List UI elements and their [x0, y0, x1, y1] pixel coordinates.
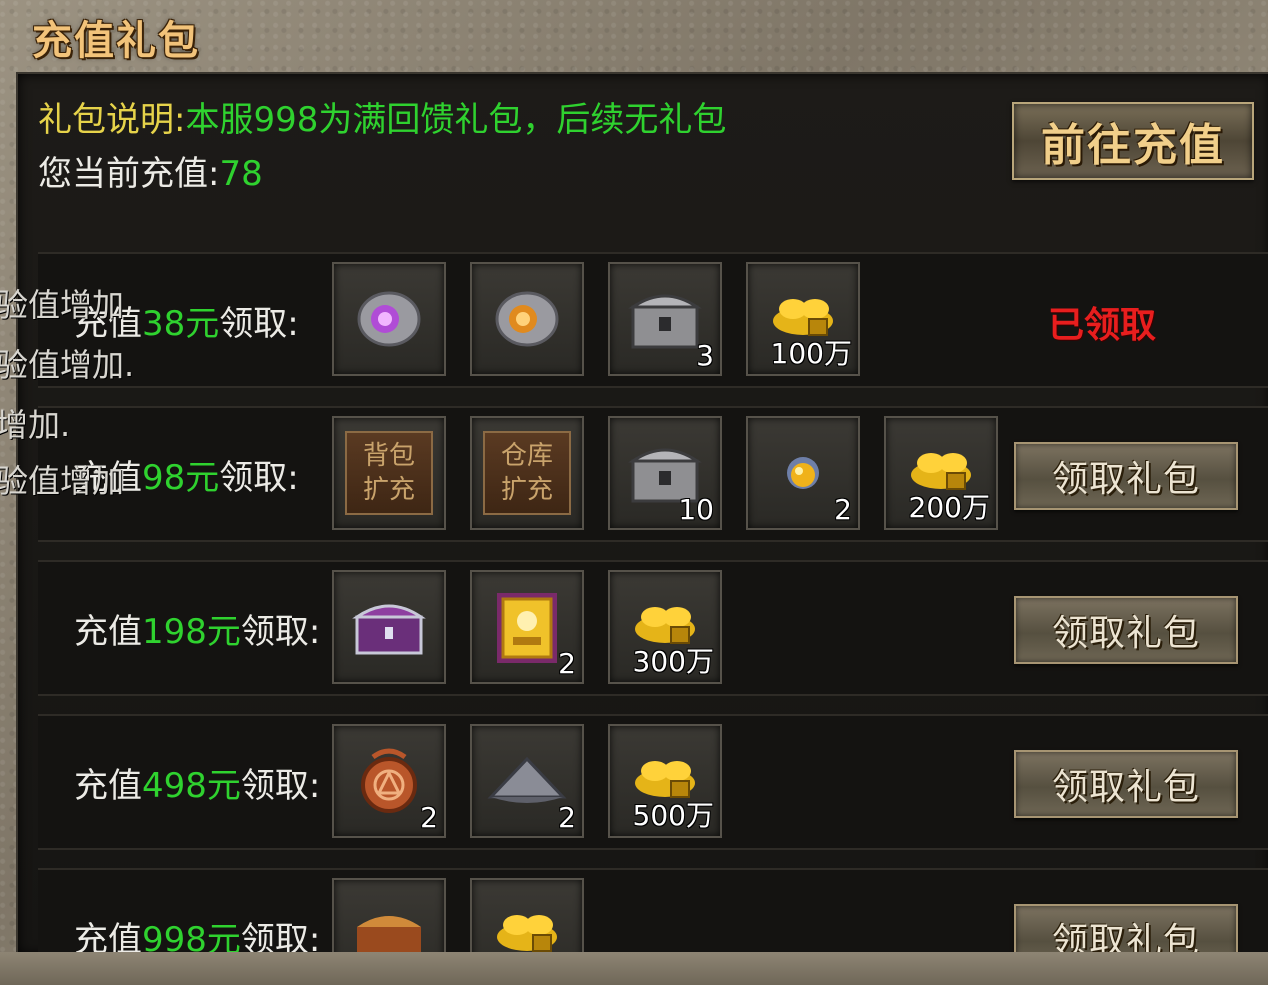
bag-expand-icon: 背包 扩充: [345, 431, 433, 515]
tier-suffix: 领取:: [240, 765, 321, 806]
tier-row: 充值 498元 领取: 2 2 500万 领取礼包: [38, 714, 1268, 850]
item-count: 3: [696, 339, 714, 372]
claim-gift-button[interactable]: 领取礼包: [1014, 596, 1238, 664]
window-title: 充值礼包: [32, 18, 200, 64]
description-text: 本服998为满回馈礼包，后续无礼包: [185, 100, 727, 140]
reward-slot[interactable]: 100万: [746, 262, 860, 376]
tier-suffix: 领取:: [240, 611, 321, 652]
reward-slot[interactable]: 2: [746, 416, 860, 530]
tier-row: 充值 998元 领取: 领取礼包: [38, 868, 1268, 954]
claimed-status: 已领取: [1048, 305, 1157, 346]
bronze-treasure-icon: [347, 893, 431, 954]
tier-label: 充值 38元 领取:: [74, 254, 299, 386]
tier-amount: 198元: [142, 611, 241, 652]
description-label: 礼包说明:: [38, 100, 186, 140]
reward-slot[interactable]: [470, 878, 584, 954]
purple-chest-icon: [347, 585, 431, 669]
item-count: 300万: [632, 645, 714, 678]
tier-amount: 998元: [142, 919, 241, 955]
item-count: 2: [834, 493, 852, 526]
tier-amount: 498元: [142, 765, 241, 806]
claim-gift-button[interactable]: 领取礼包: [1014, 904, 1238, 954]
tier-amount: 38元: [142, 303, 220, 344]
claim-gift-button[interactable]: 领取礼包: [1014, 442, 1238, 510]
reward-slot[interactable]: 仓库 扩充: [470, 416, 584, 530]
claim-gift-button[interactable]: 领取礼包: [1014, 750, 1238, 818]
go-recharge-button[interactable]: 前往充值: [1012, 102, 1254, 180]
item-count: 2: [558, 647, 576, 680]
item-count: 100万: [770, 337, 852, 370]
gift-description: 礼包说明:本服998为满回馈礼包，后续无礼包: [38, 92, 726, 141]
tier-suffix: 领取:: [240, 919, 321, 955]
purple-rune-stone-icon: [347, 277, 431, 361]
tier-suffix: 领取:: [219, 303, 299, 344]
item-count: 200万: [908, 491, 990, 524]
reward-slot[interactable]: [332, 878, 446, 954]
gold-rune-stone-icon: [485, 277, 569, 361]
current-recharge: 您当前充值:78: [38, 146, 263, 195]
tier-suffix: 领取:: [219, 457, 299, 498]
bronze-medal-icon: [347, 739, 431, 823]
tier-prefix: 充值: [74, 611, 142, 652]
gold-orb-icon: [761, 431, 845, 515]
item-count: 2: [420, 801, 438, 834]
silver-chest-icon: [623, 277, 707, 361]
expand-card-text: 扩充: [500, 475, 553, 505]
reward-slot[interactable]: 2: [332, 724, 446, 838]
tier-prefix: 充值: [74, 457, 142, 498]
current-recharge-label: 您当前充值:: [38, 154, 220, 194]
warehouse-expand-icon: 仓库 扩充: [483, 431, 571, 515]
reward-slot[interactable]: [470, 262, 584, 376]
tier-label: 充值 98元 领取:: [74, 408, 299, 540]
expand-card-text: 扩充: [362, 475, 415, 505]
tier-label: 充值 998元 领取:: [74, 870, 321, 955]
reward-slot[interactable]: 2: [470, 570, 584, 684]
reward-slot[interactable]: [332, 262, 446, 376]
reward-slot[interactable]: 200万: [884, 416, 998, 530]
gold-ingot-icon: [485, 893, 569, 954]
reward-slot[interactable]: 背包 扩充: [332, 416, 446, 530]
straw-hat-icon: [485, 739, 569, 823]
tier-row: 充值 38元 领取: 3 100万 已领取: [38, 252, 1268, 388]
tier-row: 充值 198元 领取: 2 300万 领取礼包: [38, 560, 1268, 696]
tier-prefix: 充值: [74, 303, 142, 344]
expand-card-text: 仓库: [500, 441, 553, 471]
gift-panel: 礼包说明:本服998为满回馈礼包，后续无礼包 您当前充值:78 前往充值 充值 3…: [16, 72, 1268, 954]
tier-row: 充值 98元 领取: 背包 扩充 仓库 扩充 10 2 200万 领取礼包: [38, 406, 1268, 542]
tier-label: 充值 198元 领取:: [74, 562, 320, 694]
item-count: 500万: [632, 799, 714, 832]
expand-card-text: 背包: [362, 441, 415, 471]
tier-prefix: 充值: [74, 919, 142, 955]
reward-slot[interactable]: 2: [470, 724, 584, 838]
tier-prefix: 充值: [74, 765, 142, 806]
item-count: 2: [558, 801, 576, 834]
reward-slot[interactable]: 300万: [608, 570, 722, 684]
reward-slot[interactable]: 500万: [608, 724, 722, 838]
frame-bottom: [0, 952, 1268, 985]
current-recharge-value: 78: [219, 154, 263, 194]
golden-scroll-icon: [485, 585, 569, 669]
tier-amount: 98元: [142, 457, 220, 498]
reward-slot[interactable]: 3: [608, 262, 722, 376]
item-count: 10: [678, 493, 714, 526]
reward-slot[interactable]: 10: [608, 416, 722, 530]
tier-label: 充值 498元 领取:: [74, 716, 320, 848]
reward-slot[interactable]: [332, 570, 446, 684]
